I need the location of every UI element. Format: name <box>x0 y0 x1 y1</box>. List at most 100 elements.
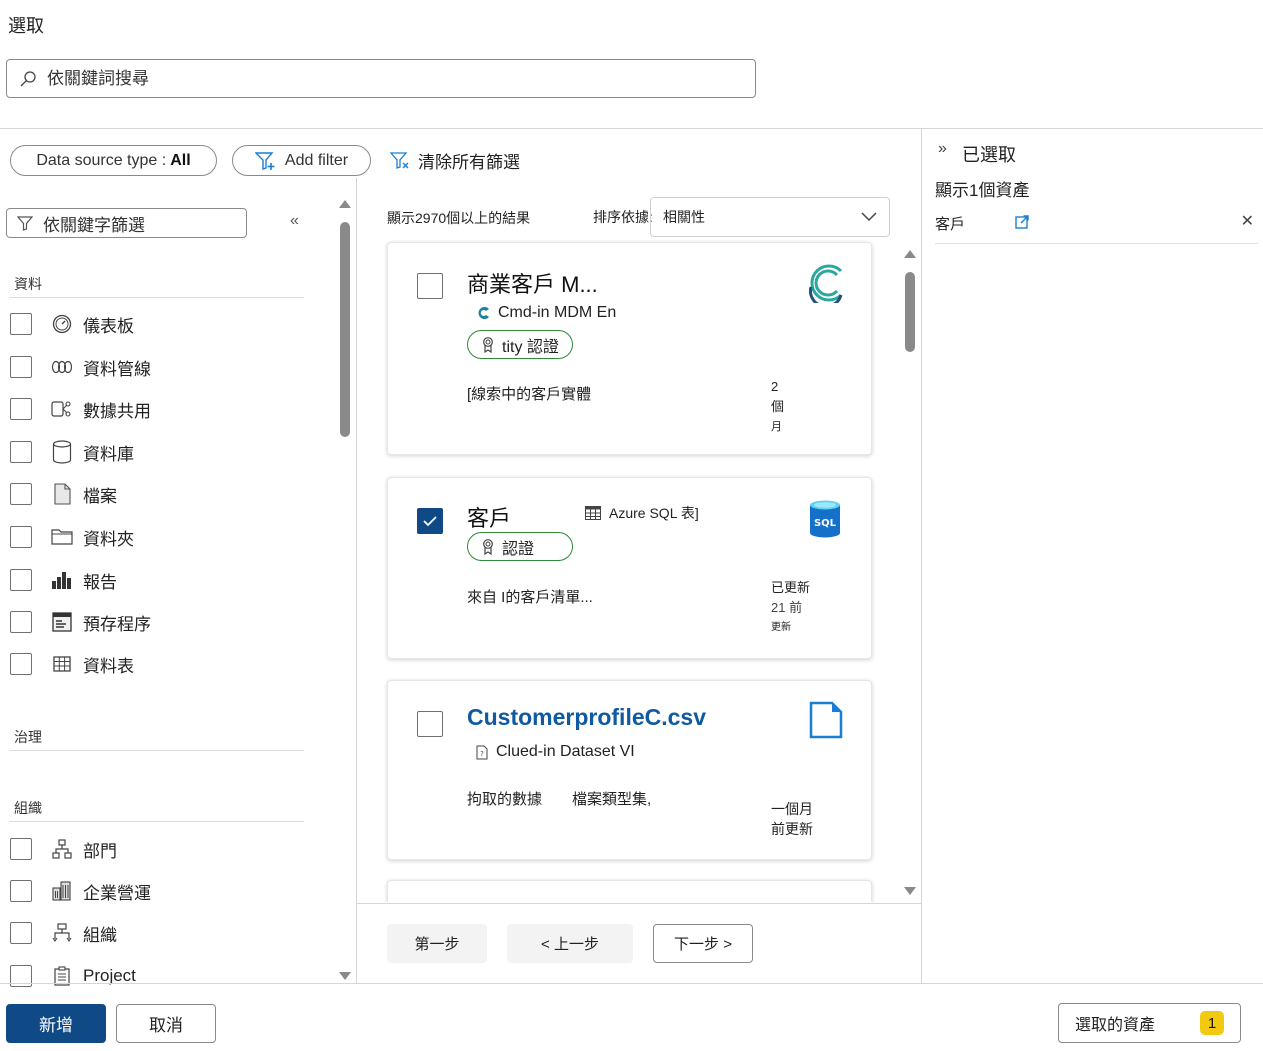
card-checkbox[interactable] <box>417 273 443 299</box>
database-icon <box>51 440 73 464</box>
filter-item-label: 數據共用 <box>83 401 151 421</box>
card-updated: 2 個 月 <box>771 377 784 437</box>
card-description: 拘取的數據 檔案類型集, <box>467 791 652 808</box>
meta-line: 前更新 <box>771 821 813 837</box>
filter-item-table[interactable]: 資料表 <box>10 651 134 677</box>
section-heading-organization: 組織 <box>14 800 42 816</box>
results-count: 顯示2970個以上的結果 <box>387 210 531 226</box>
checkbox[interactable] <box>10 838 32 860</box>
checkbox[interactable] <box>10 356 32 378</box>
filter-item-database[interactable]: 資料庫 <box>10 439 134 465</box>
organization-icon <box>51 922 73 944</box>
filter-item-business[interactable]: 企業營運 <box>10 878 151 904</box>
selected-assets-label: 選取的資產 <box>1075 1017 1156 1034</box>
keyword-filter-placeholder: 依關鍵字篩選 <box>43 215 145 235</box>
data-source-type-filter[interactable]: Data source type : All <box>10 145 217 176</box>
filter-item-label: 企業營運 <box>83 883 151 903</box>
result-card[interactable]: 客戶 Azure SQL 表] 認證 來自 I的客戶清單... 已更新 21 前… <box>387 477 872 659</box>
data-source-type-value: All <box>170 151 191 169</box>
checkbox[interactable] <box>10 653 32 675</box>
sort-by-label: 排序依據: <box>593 209 653 225</box>
checkbox[interactable] <box>10 611 32 633</box>
stored-procedure-icon <box>51 611 73 633</box>
add-button[interactable]: 新增 <box>6 1004 106 1043</box>
filter-item-report[interactable]: 報告 <box>10 567 117 593</box>
add-filter-icon <box>254 151 275 170</box>
scrollbar-thumb[interactable] <box>340 222 350 437</box>
filter-item-data-share[interactable]: 數據共用 <box>10 396 151 422</box>
card-title[interactable]: 商業客戶 M... <box>467 267 598 299</box>
report-icon <box>51 569 73 591</box>
checkbox[interactable] <box>10 526 32 548</box>
cancel-button[interactable]: 取消 <box>116 1004 216 1043</box>
filter-item-pipeline[interactable]: 資料管線 <box>10 354 151 380</box>
scrollbar-thumb[interactable] <box>905 272 915 352</box>
search-input[interactable] <box>47 68 755 89</box>
filter-item-dashboard[interactable]: 儀表板 <box>10 311 134 337</box>
checkbox[interactable] <box>10 398 32 420</box>
scroll-down-arrow[interactable] <box>339 972 351 980</box>
checkbox[interactable] <box>10 313 32 335</box>
checkbox[interactable] <box>10 922 32 944</box>
selected-assets-count: 顯示1個資產 <box>935 181 1030 200</box>
svg-text:SQL: SQL <box>814 518 837 529</box>
card-checkbox[interactable] <box>417 711 443 737</box>
pipeline-icon <box>51 356 73 378</box>
certified-ribbon-icon <box>483 538 493 555</box>
clear-all-filters-label: 清除所有篩選 <box>418 153 520 172</box>
checkbox[interactable] <box>10 569 32 591</box>
section-heading-data: 資料 <box>14 276 42 292</box>
selected-count-badge: 1 <box>1200 1011 1224 1035</box>
selected-assets-button[interactable]: 選取的資產 1 <box>1058 1003 1241 1043</box>
selected-panel-title: 已選取 <box>962 145 1016 165</box>
meta-line: 2 <box>771 379 779 394</box>
sort-by-dropdown[interactable]: 相關性 <box>650 197 890 237</box>
card-source: Cmd-in MDM En <box>476 304 616 322</box>
cluedin-source-icon <box>476 306 490 320</box>
add-filter-button[interactable]: Add filter <box>232 145 371 176</box>
card-title-link[interactable]: CustomerprofileC.csv <box>467 704 706 731</box>
filter-item-label: 預存程序 <box>83 614 151 634</box>
dashboard-icon <box>51 313 73 335</box>
csv-file-icon <box>809 701 843 744</box>
selected-asset-item: 客戶 ✕ <box>935 212 1258 244</box>
filter-item-organization[interactable]: 組織 <box>10 920 117 946</box>
left-panel-scrollbar[interactable] <box>338 200 352 980</box>
next-page-button[interactable]: 下一步 > <box>653 924 753 963</box>
result-card[interactable]: 商業客戶 M... Cmd-in MDM En tity 認證 [線索中的客戶實… <box>387 242 872 455</box>
remove-asset-icon[interactable]: ✕ <box>1241 211 1254 231</box>
checkbox[interactable] <box>10 441 32 463</box>
clear-all-filters-button[interactable]: 清除所有篩選 <box>390 148 520 173</box>
results-scrollbar[interactable] <box>903 250 917 895</box>
result-card[interactable]: CustomerprofileC.csv ? Clued-in Dataset … <box>387 680 872 860</box>
scroll-up-arrow[interactable] <box>904 250 916 258</box>
checkbox[interactable] <box>10 880 32 902</box>
page-title: 選取 <box>8 16 44 36</box>
open-external-icon[interactable] <box>1015 215 1029 234</box>
divider <box>0 983 1263 984</box>
filter-item-department[interactable]: 部門 <box>10 836 117 862</box>
keyword-filter-input[interactable]: 依關鍵字篩選 <box>6 208 247 238</box>
search-icon <box>20 70 36 86</box>
filter-item-folder[interactable]: 資料夾 <box>10 524 134 550</box>
filter-item-project[interactable]: Project <box>10 963 136 989</box>
filter-item-label: 組織 <box>83 925 117 945</box>
collapse-panel-button[interactable]: « <box>290 212 299 230</box>
checkbox[interactable] <box>10 483 32 505</box>
expand-panel-button[interactable]: » <box>938 140 947 158</box>
selected-asset-name: 客戶 <box>935 216 966 233</box>
first-page-button[interactable]: 第一步 <box>387 924 487 963</box>
scroll-up-arrow[interactable] <box>339 200 351 208</box>
filter-item-file[interactable]: 檔案 <box>10 481 117 507</box>
search-box[interactable] <box>6 59 756 98</box>
meta-line: 月 <box>771 421 782 433</box>
card-checkbox-checked[interactable] <box>417 508 443 534</box>
filter-item-stored-procedure[interactable]: 預存程序 <box>10 609 151 635</box>
previous-page-button[interactable]: < 上一步 <box>507 924 633 963</box>
scroll-down-arrow[interactable] <box>904 887 916 895</box>
result-card[interactable] <box>387 880 872 902</box>
meta-line: 已更新 <box>771 580 811 595</box>
checkmark-icon <box>423 515 437 526</box>
card-description: [線索中的客戶實體 <box>467 386 592 403</box>
card-title[interactable]: 客戶 <box>467 501 511 533</box>
